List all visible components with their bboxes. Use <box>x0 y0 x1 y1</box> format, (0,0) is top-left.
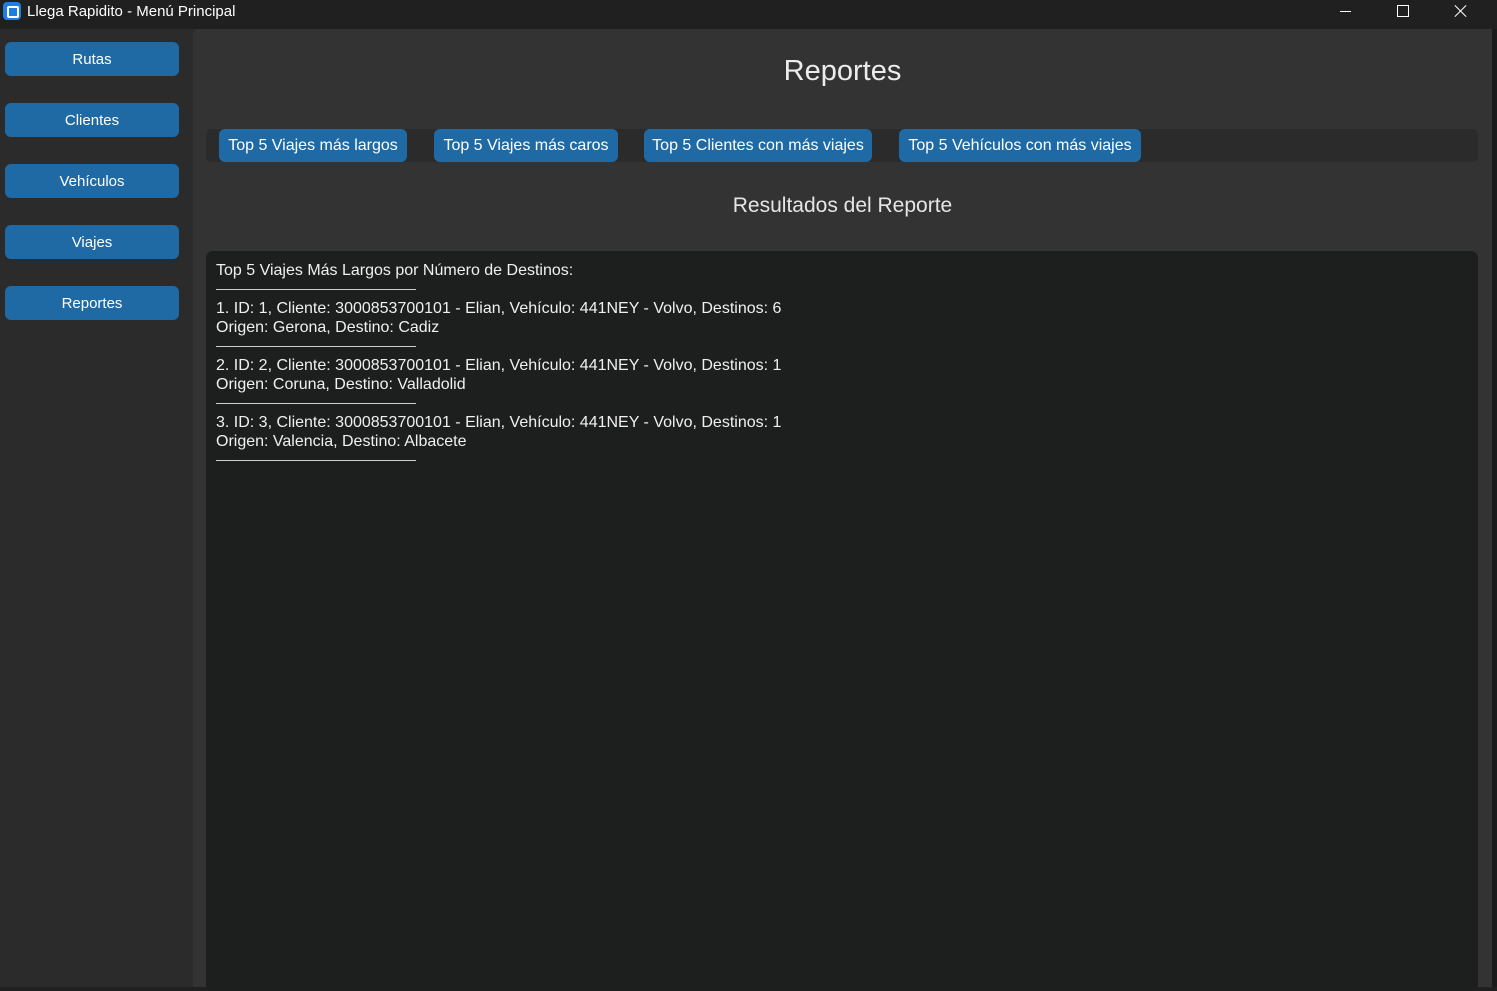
report-tab-bar: Top 5 Viajes más largos Top 5 Viajes más… <box>206 129 1478 162</box>
sidebar-item-clientes[interactable]: Clientes <box>5 103 179 137</box>
result-entry-route: Origen: Gerona, Destino: Cadiz <box>216 319 440 336</box>
tab-top-vehiculos[interactable]: Top 5 Vehículos con más viajes <box>899 129 1141 162</box>
maximize-button[interactable] <box>1374 0 1432 22</box>
tab-top-viajes-caros[interactable]: Top 5 Viajes más caros <box>434 129 618 162</box>
app-window: Llega Rapidito - Menú Principal Rutas Cl… <box>0 0 1497 991</box>
main-panel: Reportes Top 5 Viajes más largos Top 5 V… <box>193 29 1492 991</box>
result-entry-route: Origen: Valencia, Destino: Albacete <box>216 433 467 450</box>
window-title: Llega Rapidito - Menú Principal <box>27 3 236 20</box>
minimize-icon <box>1339 10 1351 12</box>
title-bar: Llega Rapidito - Menú Principal <box>0 0 1497 29</box>
results-textbox[interactable]: Top 5 Viajes Más Largos por Número de De… <box>206 251 1478 991</box>
window-edge <box>1492 29 1497 987</box>
tab-top-viajes-largos[interactable]: Top 5 Viajes más largos <box>219 129 407 162</box>
separator <box>216 394 1468 413</box>
close-button[interactable] <box>1432 0 1490 22</box>
result-entry-line: 3. ID: 3, Cliente: 3000853700101 - Elian… <box>216 414 782 431</box>
page-title: Reportes <box>783 55 902 87</box>
close-icon <box>1454 4 1468 18</box>
result-entry-line: 2. ID: 2, Cliente: 3000853700101 - Elian… <box>216 357 782 374</box>
sidebar: Rutas Clientes Vehículos Viajes Reportes <box>0 29 192 987</box>
separator <box>216 337 1468 356</box>
app-icon <box>3 2 21 20</box>
separator <box>216 280 1468 299</box>
result-entry-route: Origen: Coruna, Destino: Valladolid <box>216 376 466 393</box>
results-heading: Top 5 Viajes Más Largos por Número de De… <box>216 262 574 279</box>
results-title: Resultados del Reporte <box>732 194 953 217</box>
maximize-icon <box>1397 5 1409 17</box>
sidebar-item-viajes[interactable]: Viajes <box>5 225 179 259</box>
minimize-button[interactable] <box>1316 0 1374 22</box>
sidebar-item-reportes[interactable]: Reportes <box>5 286 179 320</box>
separator <box>216 451 1468 470</box>
tab-top-clientes[interactable]: Top 5 Clientes con más viajes <box>644 129 872 162</box>
sidebar-item-rutas[interactable]: Rutas <box>5 42 179 76</box>
sidebar-item-vehiculos[interactable]: Vehículos <box>5 164 179 198</box>
result-entry-line: 1. ID: 1, Cliente: 3000853700101 - Elian… <box>216 300 782 317</box>
